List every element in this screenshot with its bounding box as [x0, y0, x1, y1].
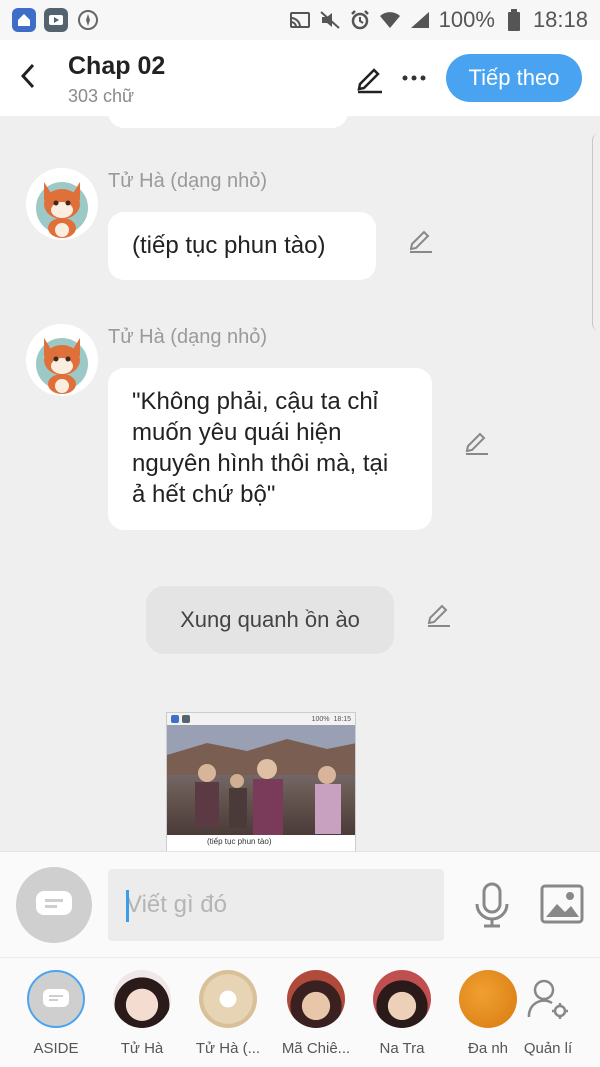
word-count: 303 chữ: [68, 86, 135, 106]
sender-name: Tử Hà (dạng nhỏ): [108, 326, 268, 348]
signal-icon: [409, 9, 431, 31]
text-caret: [126, 890, 129, 922]
image-icon: [540, 884, 584, 924]
manage-characters-button[interactable]: Quản lí: [508, 970, 588, 1057]
more-dots-icon: [402, 75, 426, 81]
wifi-icon: [379, 9, 401, 31]
avatar: [373, 970, 431, 1028]
next-chapter-button[interactable]: Tiếp theo: [446, 54, 582, 102]
character-ma-chieu[interactable]: Mã Chiê...: [276, 970, 356, 1057]
message-bubble[interactable]: (tiếp tục phun tào): [108, 212, 376, 280]
image-button[interactable]: [540, 884, 584, 924]
battery-icon: [503, 9, 525, 31]
more-options-button[interactable]: [400, 64, 428, 92]
battery-percent: 100%: [438, 7, 495, 32]
chevron-left-icon: [20, 63, 35, 89]
pencil-icon: [409, 230, 432, 253]
character-name: Tử Hà (...: [195, 1040, 261, 1057]
character-name: Quản lí: [523, 1040, 573, 1057]
microphone-button[interactable]: [472, 882, 512, 928]
thumbnail-status-bar: 100% 18:15: [167, 713, 355, 725]
home-app-icon: [12, 8, 36, 32]
character-aside[interactable]: ASIDE: [16, 970, 96, 1057]
thumbnail-time: 18:15: [333, 715, 351, 723]
user-settings-icon: [519, 970, 577, 1028]
message-bubble[interactable]: "Không phải, cậu ta chỉ muốn yêu quái hi…: [108, 368, 432, 530]
edit-message-button[interactable]: [462, 426, 492, 456]
chapter-header: Chap 02 303 chữ Tiếp theo: [0, 40, 600, 116]
clock: 18:18: [532, 7, 588, 32]
scrollbar[interactable]: [592, 134, 600, 330]
sender-name: Tử Hà (dạng nhỏ): [108, 170, 268, 192]
character-na-tra[interactable]: Na Tra: [362, 970, 442, 1057]
character-name: Na Tra: [379, 1040, 425, 1057]
compass-app-icon: [76, 8, 100, 32]
video-app-icon: [44, 8, 68, 32]
chat-bubble-icon: [36, 891, 72, 915]
pencil-icon: [357, 68, 382, 94]
narration-bubble[interactable]: Xung quanh ồn ào: [146, 586, 394, 654]
alarm-icon: [349, 9, 371, 31]
aside-chat-icon: [27, 970, 85, 1028]
image-message[interactable]: 100% 18:15 (tiếp tục phun tào): [166, 712, 356, 851]
cast-icon: [289, 9, 311, 31]
composer-bar: [0, 851, 600, 957]
pencil-icon: [465, 432, 488, 455]
edit-narration-button[interactable]: [424, 598, 454, 628]
thumbnail-caption: (tiếp tục phun tào): [207, 837, 272, 846]
aside-button[interactable]: [16, 867, 92, 943]
message-bubble-partial: [108, 116, 348, 128]
message-input[interactable]: [108, 869, 444, 941]
page-title: Chap 02: [68, 52, 166, 80]
status-bar: 100% 18:18: [0, 0, 600, 40]
character-name: Mã Chiê...: [281, 1040, 351, 1057]
avatar: [199, 970, 257, 1028]
character-name: Tử Hà: [120, 1040, 164, 1057]
character-tu-ha[interactable]: Tử Hà: [102, 970, 182, 1057]
character-tu-ha-small[interactable]: Tử Hà (...: [188, 970, 268, 1057]
avatar: [113, 970, 171, 1028]
fox-avatar[interactable]: [26, 168, 98, 240]
character-bar: ASIDE Tử Hà Tử Hà (... Mã Chiê... Na Tra…: [0, 957, 600, 1067]
pencil-icon: [427, 604, 450, 627]
drama-still-photo: [167, 725, 355, 835]
edit-title-button[interactable]: [354, 62, 386, 94]
avatar: [287, 970, 345, 1028]
chat-area[interactable]: Tử Hà (dạng nhỏ) (tiếp tục phun tào) Tử …: [0, 116, 600, 851]
thumbnail-battery: 100%: [311, 715, 330, 723]
edit-message-button[interactable]: [406, 224, 436, 254]
microphone-icon: [475, 882, 509, 928]
back-button[interactable]: [14, 60, 42, 92]
mute-icon: [319, 9, 341, 31]
character-name: ASIDE: [33, 1040, 79, 1057]
fox-avatar[interactable]: [26, 324, 98, 396]
